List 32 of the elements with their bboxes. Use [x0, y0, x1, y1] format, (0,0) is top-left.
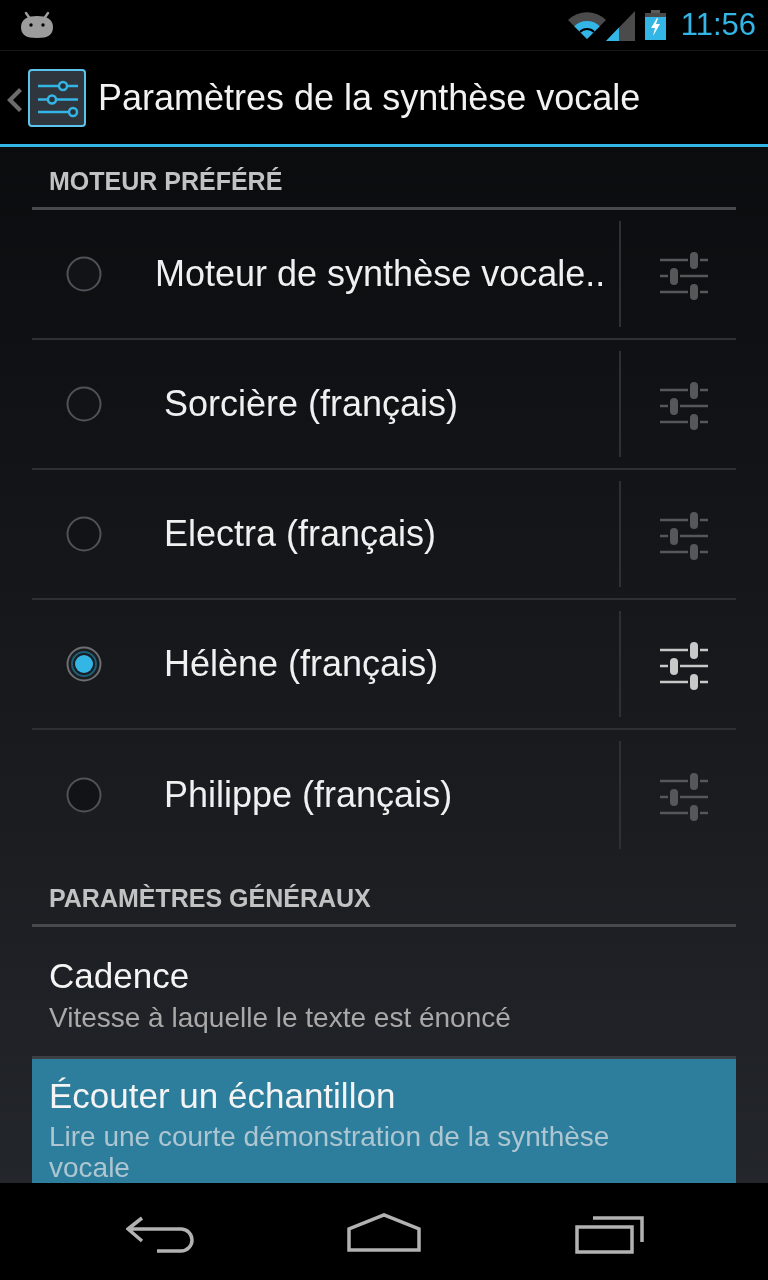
- radio-button[interactable]: [66, 256, 102, 292]
- engine-name: Sorcière (français): [164, 383, 459, 424]
- wifi-icon: [567, 10, 606, 40]
- section-header: PARAMÈTRES GÉNÉRAUX: [48, 883, 372, 913]
- settings-sliders-icon[interactable]: [660, 641, 708, 691]
- engine-name: Hélène (français): [164, 643, 439, 684]
- battery-charging-icon: [644, 10, 666, 40]
- preference-summary: Vitesse à laquelle le texte est énoncé: [49, 1002, 512, 1033]
- preference-summary: Lire une courte démonstration de la synthèse vocale: [49, 1121, 611, 1183]
- engine-name: Moteur de synthèse vocale..: [155, 253, 606, 294]
- sliders-app-icon[interactable]: [28, 68, 86, 127]
- settings-sliders-icon[interactable]: [660, 381, 708, 431]
- chevron-left-icon[interactable]: [7, 87, 22, 112]
- radio-button[interactable]: [66, 777, 102, 813]
- engine-name: Electra (français): [164, 513, 437, 554]
- engine-name: Philippe (français): [164, 774, 453, 815]
- radio-button[interactable]: [66, 516, 102, 552]
- preference-title: Écouter un échantillon: [49, 1076, 397, 1116]
- highlighted-list-item[interactable]: Écouter un échantillon Lire une courte démonstration de la synthèse vocale: [32, 1059, 736, 1183]
- settings-sliders-icon[interactable]: [660, 511, 708, 561]
- section-header: MOTEUR PRÉFÉRÉ: [48, 166, 284, 196]
- signal-icon: [605, 11, 635, 41]
- settings-sliders-icon[interactable]: [660, 251, 708, 301]
- screen-title: Paramètres de la synthèse vocale: [98, 76, 641, 119]
- home-icon[interactable]: [347, 1212, 421, 1252]
- clock-time: 11:56: [680, 7, 756, 43]
- radio-button[interactable]: [66, 646, 102, 682]
- settings-sliders-icon[interactable]: [660, 772, 708, 822]
- preference-title[interactable]: Cadence: [49, 956, 676, 996]
- recent-apps-icon[interactable]: [575, 1216, 645, 1254]
- radio-button[interactable]: [66, 386, 102, 422]
- robot-head-icon: [20, 11, 54, 39]
